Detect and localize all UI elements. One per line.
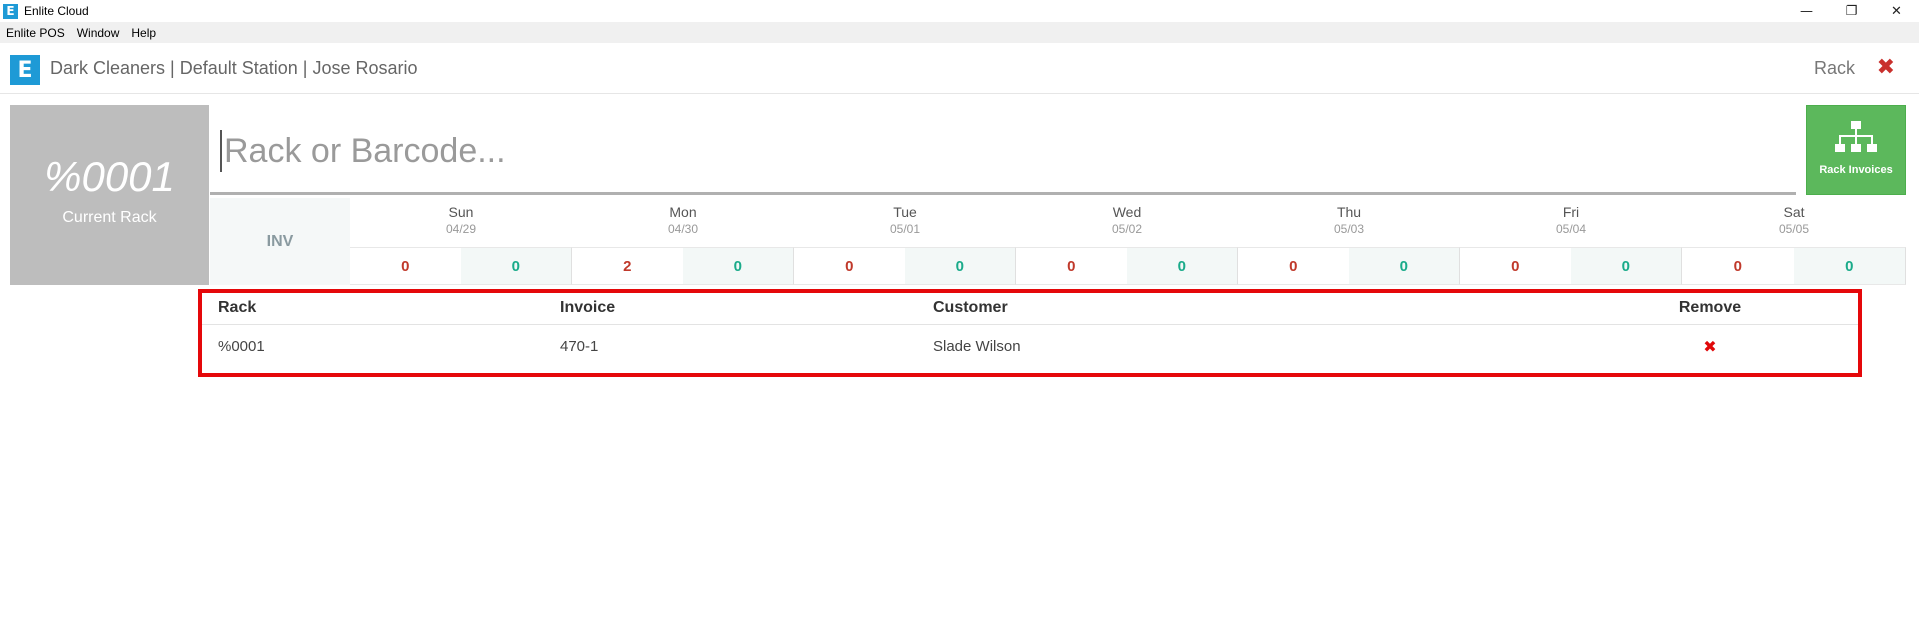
day-count-secondary[interactable]: 0 [1126,248,1237,284]
day-column-mon: Mon 04/30 20 [572,198,794,285]
day-name: Tue [893,204,917,220]
weekly-schedule: INV Sun 04/29 00 Mon 04/30 20 Tue 05/01 00 … [210,198,1906,285]
day-count-secondary[interactable]: 0 [904,248,1015,284]
inv-label: INV [210,198,350,285]
day-count-secondary[interactable]: 0 [1348,248,1459,284]
day-date: 05/01 [889,222,921,236]
screen-label: Rack [1813,58,1855,78]
cell-rack: %0001 [218,338,265,355]
menu-bar: Enlite POS Window Help [0,22,1919,43]
day-date: 05/04 [1555,222,1587,236]
page-title: Dark Cleaners | Default Station | Jose R… [50,58,418,78]
rack-barcode-input[interactable] [220,130,1720,172]
day-column-sun: Sun 04/29 00 [350,198,572,285]
day-name: Wed [1112,204,1142,220]
day-count-secondary[interactable]: 0 [1570,248,1681,284]
app-header: E Dark Cleaners | Default Station | Jose… [0,43,1919,94]
day-count-secondary[interactable]: 0 [460,248,571,284]
window-title: Enlite Cloud [24,4,89,18]
day-date: 04/30 [667,222,699,236]
day-date: 05/05 [1778,222,1810,236]
cell-invoice: 470-1 [560,338,599,355]
menu-help[interactable]: Help [125,26,162,40]
day-count-primary[interactable]: 0 [1016,248,1127,284]
rack-invoices-label: Rack Invoices [1819,164,1893,176]
rack-results-table: Rack Invoice Customer Remove %0001 470-1… [198,289,1862,377]
minimize-button[interactable]: — [1784,0,1829,22]
restore-button[interactable]: ❐ [1829,0,1874,22]
menu-window[interactable]: Window [71,26,126,40]
day-name: Sun [448,204,474,220]
day-name: Sat [1783,204,1805,220]
day-count-primary[interactable]: 0 [794,248,905,284]
remove-icon[interactable]: ✖ [1703,337,1716,356]
menu-enlite-pos[interactable]: Enlite POS [0,26,71,40]
header-remove: Remove [1678,299,1742,316]
table-row[interactable]: %0001 470-1 Slade Wilson ✖ [202,325,1858,369]
table-header: Rack Invoice Customer Remove [202,293,1858,325]
header-customer: Customer [933,299,1008,316]
search-container [210,105,1796,195]
current-rack-value: %0001 [44,153,175,200]
close-window-button[interactable]: ✕ [1874,0,1919,22]
day-column-thu: Thu 05/03 00 [1238,198,1460,285]
window-titlebar: E Enlite Cloud — ❐ ✕ [0,0,1919,22]
window-controls: — ❐ ✕ [1784,0,1919,22]
day-name: Thu [1336,204,1362,220]
day-column-wed: Wed 05/02 00 [1016,198,1238,285]
day-column-tue: Tue 05/01 00 [794,198,1016,285]
day-name: Fri [1562,204,1580,220]
day-count-secondary[interactable]: 0 [1793,248,1905,284]
rack-invoices-button[interactable]: Rack Invoices [1806,105,1906,195]
day-count-primary[interactable]: 0 [1682,248,1794,284]
day-column-fri: Fri 05/04 00 [1460,198,1682,285]
day-count-primary[interactable]: 0 [1238,248,1349,284]
day-count-primary[interactable]: 0 [350,248,461,284]
current-rack-panel: %0001 Current Rack [10,105,209,285]
day-date: 04/29 [445,222,477,236]
day-date: 05/03 [1333,222,1365,236]
cell-customer: Slade Wilson [933,338,1021,355]
day-count-primary[interactable]: 0 [1460,248,1571,284]
close-screen-icon[interactable]: ✖ [1877,55,1895,80]
day-column-sat: Sat 05/05 00 [1682,198,1906,285]
day-date: 05/02 [1111,222,1143,236]
app-icon: E [3,3,18,19]
header-rack: Rack [218,299,257,316]
day-name: Mon [669,204,697,220]
day-count-secondary[interactable]: 0 [682,248,793,284]
day-count-primary[interactable]: 2 [572,248,683,284]
sitemap-icon [1807,120,1905,160]
current-rack-label: Current Rack [62,209,157,226]
header-invoice: Invoice [560,299,616,316]
enlite-logo-icon: E [10,55,40,85]
